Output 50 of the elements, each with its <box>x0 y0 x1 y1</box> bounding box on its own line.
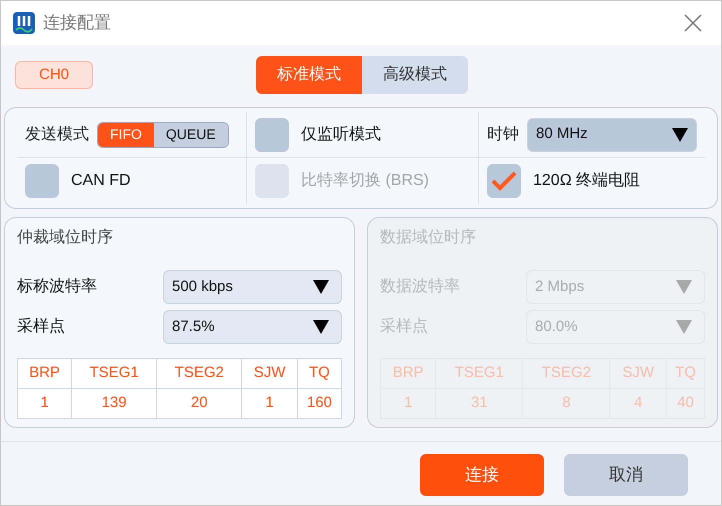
field-label: 采样点 <box>17 316 66 337</box>
table-header-cell: TSEG2 <box>156 358 242 388</box>
panel-title: 仲裁域位时序 <box>17 228 114 248</box>
checkmark-icon <box>491 171 517 191</box>
table-cell: 20 <box>156 388 242 418</box>
field-label: 数据波特率 <box>380 276 461 297</box>
table-cell: 1 <box>380 388 436 418</box>
table-header-cell: TSEG2 <box>522 358 610 388</box>
table-cell: 139 <box>72 388 157 418</box>
table-cell: 31 <box>436 388 523 418</box>
app-logo-icon <box>13 12 35 34</box>
table-header-cell: BRP <box>18 358 72 388</box>
dropdown-caret-icon <box>676 280 692 294</box>
checkbox-label: 仅监听模式 <box>301 124 381 144</box>
table-header-cell: TQ <box>297 358 342 388</box>
field-label: 标称波特率 <box>17 276 98 297</box>
window-title: 连接配置 <box>43 12 112 34</box>
table-cell: 1 <box>18 388 72 418</box>
dropdown-caret-icon <box>313 280 329 294</box>
select-field[interactable]: 500 kbps <box>163 270 342 304</box>
table-cell: 160 <box>297 388 342 418</box>
field-label: 时钟 <box>487 124 519 144</box>
checkbox-label: 120Ω 终端电阻 <box>533 170 640 191</box>
table-cell: 1 <box>242 388 298 418</box>
field-label: 采样点 <box>380 316 429 337</box>
table-cell: 40 <box>666 388 704 418</box>
dropdown-caret-icon <box>313 320 329 334</box>
checkbox-label: CAN FD <box>71 171 131 191</box>
checkbox-label: 比特率切换 (BRS) <box>301 170 429 191</box>
table-cell: 4 <box>610 388 667 418</box>
segment-option[interactable]: QUEUE <box>154 122 228 146</box>
table-header-cell: TQ <box>666 358 704 388</box>
mode-tab[interactable]: 高级模式 <box>362 56 468 94</box>
clock-select[interactable]: 80 MHz <box>527 118 697 152</box>
table-header-cell: TSEG1 <box>72 358 157 388</box>
close-icon <box>684 14 702 32</box>
checkbox[interactable] <box>255 118 289 152</box>
dropdown-caret-icon <box>672 128 688 142</box>
cancel-button[interactable]: 取消 <box>564 454 688 496</box>
table-cell: 8 <box>522 388 610 418</box>
checkbox[interactable] <box>25 164 59 198</box>
table-header-cell: SJW <box>610 358 667 388</box>
field-label: 发送模式 <box>25 124 89 144</box>
select-field[interactable]: 87.5% <box>163 310 342 344</box>
table-header-cell: SJW <box>242 358 298 388</box>
table-header-cell: BRP <box>380 358 436 388</box>
panel-title: 数据域位时序 <box>380 228 477 248</box>
dropdown-caret-icon <box>676 320 692 334</box>
checkbox[interactable] <box>487 164 521 198</box>
table-header-cell: TSEG1 <box>436 358 523 388</box>
